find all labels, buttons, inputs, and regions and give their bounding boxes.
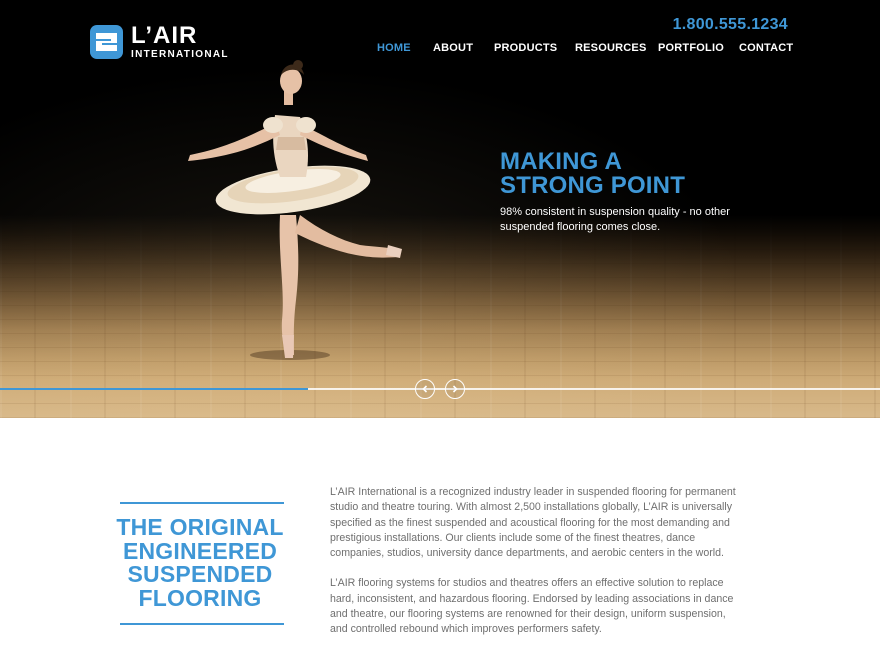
phone-number[interactable]: 1.800.555.1234 — [673, 16, 788, 34]
nav-item-products[interactable]: PRODUCTS — [494, 42, 557, 54]
divider — [120, 502, 284, 504]
nav-item-about[interactable]: ABOUT — [433, 42, 473, 54]
intro-paragraph: L’AIR flooring systems for studios and t… — [330, 577, 734, 636]
nav-item-resources[interactable]: RESOURCES — [575, 42, 646, 54]
feature-heading-line: THE ORIGINAL — [116, 514, 284, 540]
chevron-right-icon — [452, 385, 458, 393]
feature-heading-line: ENGINEERED — [122, 537, 278, 564]
slide-description: 98% consistent in suspension quality - n… — [500, 206, 730, 233]
nav-item-home[interactable]: HOME — [377, 42, 411, 54]
main-nav: HOME ABOUT PRODUCTS RESOURCES PORTFOLIO … — [0, 42, 880, 58]
feature-heading: THE ORIGINAL ENGINEERED SUSPENDED FLOORI… — [100, 514, 300, 611]
intro-paragraph: L’AIR International is a recognized indu… — [330, 486, 736, 560]
slider-prev-button[interactable] — [415, 379, 435, 399]
nav-item-portfolio[interactable]: PORTFOLIO — [658, 42, 724, 54]
slide-title-line: STRONG POINT — [500, 172, 686, 199]
slide-title-line: MAKING A — [500, 148, 623, 175]
slider-progress-fill — [0, 388, 308, 390]
intro-text: L’AIR International is a recognized indu… — [330, 485, 742, 653]
slide-title: MAKING A STRONG POINT — [500, 150, 685, 198]
ballerina-image — [188, 60, 402, 360]
hero-banner: L’AIR INTERNATIONAL 1.800.555.1234 HOME … — [0, 0, 880, 418]
nav-item-contact[interactable]: CONTACT — [739, 42, 793, 54]
chevron-left-icon — [422, 385, 428, 393]
slider-next-button[interactable] — [445, 379, 465, 399]
divider — [120, 623, 284, 625]
feature-heading-block: THE ORIGINAL ENGINEERED SUSPENDED FLOORI… — [100, 502, 300, 625]
feature-heading-line: SUSPENDED — [127, 561, 273, 587]
feature-heading-line: FLOORING — [138, 584, 262, 611]
